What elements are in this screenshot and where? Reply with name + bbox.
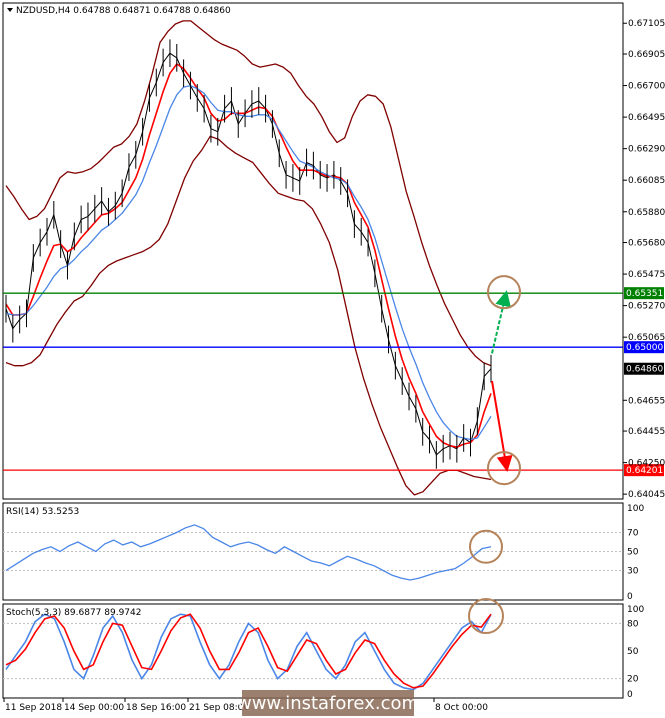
rsi-tick-label: 30 <box>627 567 639 577</box>
stoch-tick-label: 100 <box>627 605 644 615</box>
last-price-label: 0.64860 <box>626 365 663 375</box>
y-tick-label: 0.67105 <box>628 19 665 29</box>
y-tick-label: 0.65475 <box>628 270 665 280</box>
rsi-tick-label: 100 <box>627 504 644 514</box>
x-tick-label: 11 Sep 2018 <box>5 703 62 713</box>
stoch-tick-label: 80 <box>627 619 639 629</box>
y-tick-label: 0.65065 <box>628 333 665 343</box>
rsi-tick-label: 0 <box>627 592 633 602</box>
stoch-tick-label: 50 <box>627 647 639 657</box>
y-tick-label: 0.64250 <box>628 459 665 469</box>
level-label-green: 0.65351 <box>626 289 663 299</box>
y-tick-label: 0.65270 <box>628 302 665 312</box>
rsi-header: RSI(14) 53.5253 <box>6 507 79 517</box>
stoch-tick-label: 0 <box>627 690 633 700</box>
watermark-text: www.instaforex.com <box>237 693 419 714</box>
y-tick-label: 0.64045 <box>628 490 665 500</box>
y-tick-label: 0.66905 <box>628 50 665 60</box>
y-tick-label: 0.65880 <box>628 208 665 218</box>
y-tick-label: 0.65680 <box>628 239 665 249</box>
price-panel-frame <box>2 2 624 500</box>
stoch-tick-label: 20 <box>627 675 639 685</box>
y-tick-label: 0.66290 <box>628 145 665 155</box>
x-tick-label: 8 Oct 00:00 <box>435 703 488 713</box>
y-tick-label: 0.66085 <box>628 176 665 186</box>
level-label-blue: 0.65000 <box>626 343 663 353</box>
rsi-tick-label: 70 <box>627 529 639 539</box>
stoch-header: Stoch(5,3,3) 89.6877 89.9742 <box>6 608 141 618</box>
price-header: NZDUSD,H4 0.64788 0.64871 0.64788 0.6486… <box>16 6 231 16</box>
y-tick-label: 0.64655 <box>628 396 665 406</box>
stoch-panel-frame <box>2 603 624 699</box>
chart-canvas: 0.653510.650000.642010.64860 0.671050.66… <box>2 2 665 716</box>
x-tick-label: 18 Sep 16:00 <box>126 703 186 713</box>
y-tick-label: 0.66700 <box>628 82 665 92</box>
y-tick-label: 0.64455 <box>628 427 665 437</box>
x-tick-label: 14 Sep 00:00 <box>64 703 124 713</box>
rsi-tick-label: 50 <box>627 548 639 558</box>
y-tick-label: 0.66495 <box>628 113 665 123</box>
